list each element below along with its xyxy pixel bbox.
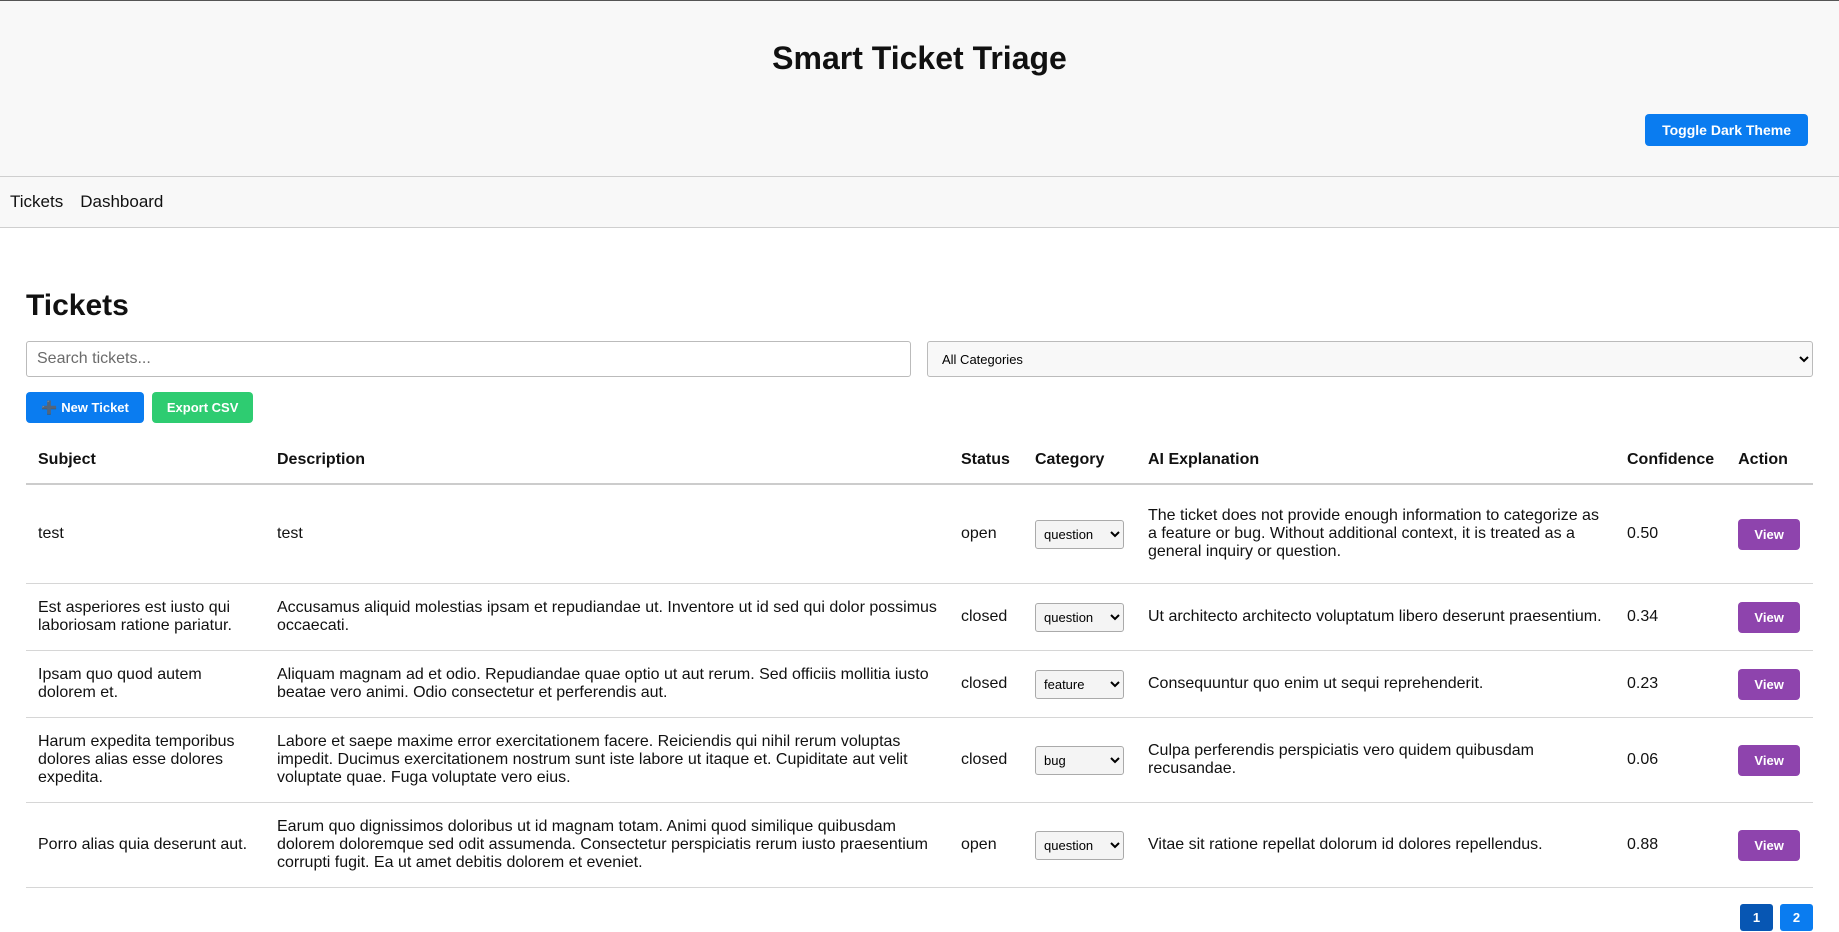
ticket-description: Accusamus aliquid molestias ipsam et rep… (265, 583, 949, 651)
header-action: Action (1726, 437, 1813, 485)
ticket-ai-explanation: Culpa perferendis perspiciatis vero quid… (1136, 717, 1615, 803)
category-select[interactable]: feature (1035, 669, 1124, 699)
main-content: Tickets All Categories ➕ New Ticket Expo… (0, 228, 1839, 931)
ticket-status: open (949, 484, 1023, 584)
view-button[interactable]: View (1738, 668, 1801, 700)
ticket-confidence: 0.88 (1615, 802, 1727, 888)
ticket-subject: Ipsam quo quod autem dolorem et. (26, 650, 265, 718)
ticket-action-cell: View (1726, 802, 1813, 888)
app-header: Smart Ticket Triage Toggle Dark Theme (0, 1, 1839, 177)
app-title: Smart Ticket Triage (772, 40, 1067, 76)
header-category: Category (1023, 437, 1136, 485)
ticket-ai-explanation: Ut architecto architecto voluptatum libe… (1136, 583, 1615, 651)
table-header-row: Subject Description Status Category AI E… (26, 437, 1813, 485)
nav-item-dashboard[interactable]: Dashboard (80, 192, 163, 212)
ticket-category-cell: question (1023, 802, 1136, 888)
ticket-description: Labore et saepe maxime error exercitatio… (265, 717, 949, 803)
ticket-ai-explanation: Consequuntur quo enim ut sequi reprehend… (1136, 650, 1615, 718)
header-ai-explanation: AI Explanation (1136, 437, 1615, 485)
toggle-dark-theme-button[interactable]: Toggle Dark Theme (1645, 114, 1808, 146)
view-button[interactable]: View (1738, 744, 1801, 776)
category-select[interactable]: question (1035, 602, 1124, 632)
ticket-confidence: 0.50 (1615, 484, 1727, 584)
ticket-action-cell: View (1726, 717, 1813, 803)
page-button-2[interactable]: 2 (1780, 904, 1813, 931)
table-row: Harum expedita temporibus dolores alias … (26, 717, 1813, 803)
ticket-confidence: 0.34 (1615, 583, 1727, 651)
ticket-status: closed (949, 650, 1023, 718)
ticket-ai-explanation: The ticket does not provide enough infor… (1136, 484, 1615, 584)
page-title: Tickets (26, 289, 129, 322)
table-row: test test open question The ticket does … (26, 484, 1813, 584)
ticket-subject: Harum expedita temporibus dolores alias … (26, 717, 265, 803)
header-confidence: Confidence (1615, 437, 1727, 485)
new-ticket-label: New Ticket (61, 400, 129, 415)
table-row: Ipsam quo quod autem dolorem et. Aliquam… (26, 650, 1813, 718)
header-status: Status (949, 437, 1023, 485)
ticket-confidence: 0.06 (1615, 717, 1727, 803)
export-csv-button[interactable]: Export CSV (151, 392, 254, 423)
ticket-category-cell: feature (1023, 650, 1136, 718)
ticket-action-cell: View (1726, 650, 1813, 718)
header-subject: Subject (26, 437, 265, 485)
ticket-subject: test (26, 484, 265, 584)
search-input[interactable] (26, 341, 911, 377)
view-button[interactable]: View (1738, 518, 1801, 550)
nav-item-tickets[interactable]: Tickets (10, 192, 63, 212)
category-select[interactable]: question (1035, 519, 1124, 549)
new-ticket-button[interactable]: ➕ New Ticket (26, 392, 144, 423)
ticket-status: closed (949, 583, 1023, 651)
category-select[interactable]: bug (1035, 745, 1124, 775)
ticket-description: Aliquam magnam ad et odio. Repudiandae q… (265, 650, 949, 718)
page-button-1[interactable]: 1 (1740, 904, 1773, 931)
main-nav: Tickets Dashboard (0, 177, 1839, 228)
view-button[interactable]: View (1738, 829, 1801, 861)
ticket-subject: Est asperiores est iusto qui laboriosam … (26, 583, 265, 651)
filters-bar: All Categories (26, 341, 1813, 377)
ticket-description: test (265, 484, 949, 584)
table-row: Porro alias quia deserunt aut. Earum quo… (26, 802, 1813, 888)
ticket-description: Earum quo dignissimos doloribus ut id ma… (265, 802, 949, 888)
ticket-category-cell: question (1023, 484, 1136, 584)
header-description: Description (265, 437, 949, 485)
view-button[interactable]: View (1738, 601, 1801, 633)
table-row: Est asperiores est iusto qui laboriosam … (26, 583, 1813, 651)
ticket-category-cell: bug (1023, 717, 1136, 803)
ticket-status: closed (949, 717, 1023, 803)
ticket-subject: Porro alias quia deserunt aut. (26, 802, 265, 888)
pagination: 1 2 (26, 904, 1813, 931)
plus-icon: ➕ (41, 399, 58, 415)
ticket-status: open (949, 802, 1023, 888)
category-filter-select[interactable]: All Categories (927, 341, 1813, 377)
category-select[interactable]: question (1035, 830, 1124, 860)
ticket-action-cell: View (1726, 484, 1813, 584)
ticket-confidence: 0.23 (1615, 650, 1727, 718)
ticket-category-cell: question (1023, 583, 1136, 651)
ticket-action-cell: View (1726, 583, 1813, 651)
tickets-table: Subject Description Status Category AI E… (26, 437, 1813, 888)
actions-bar: ➕ New Ticket Export CSV (26, 392, 1813, 423)
ticket-ai-explanation: Vitae sit ratione repellat dolorum id do… (1136, 802, 1615, 888)
